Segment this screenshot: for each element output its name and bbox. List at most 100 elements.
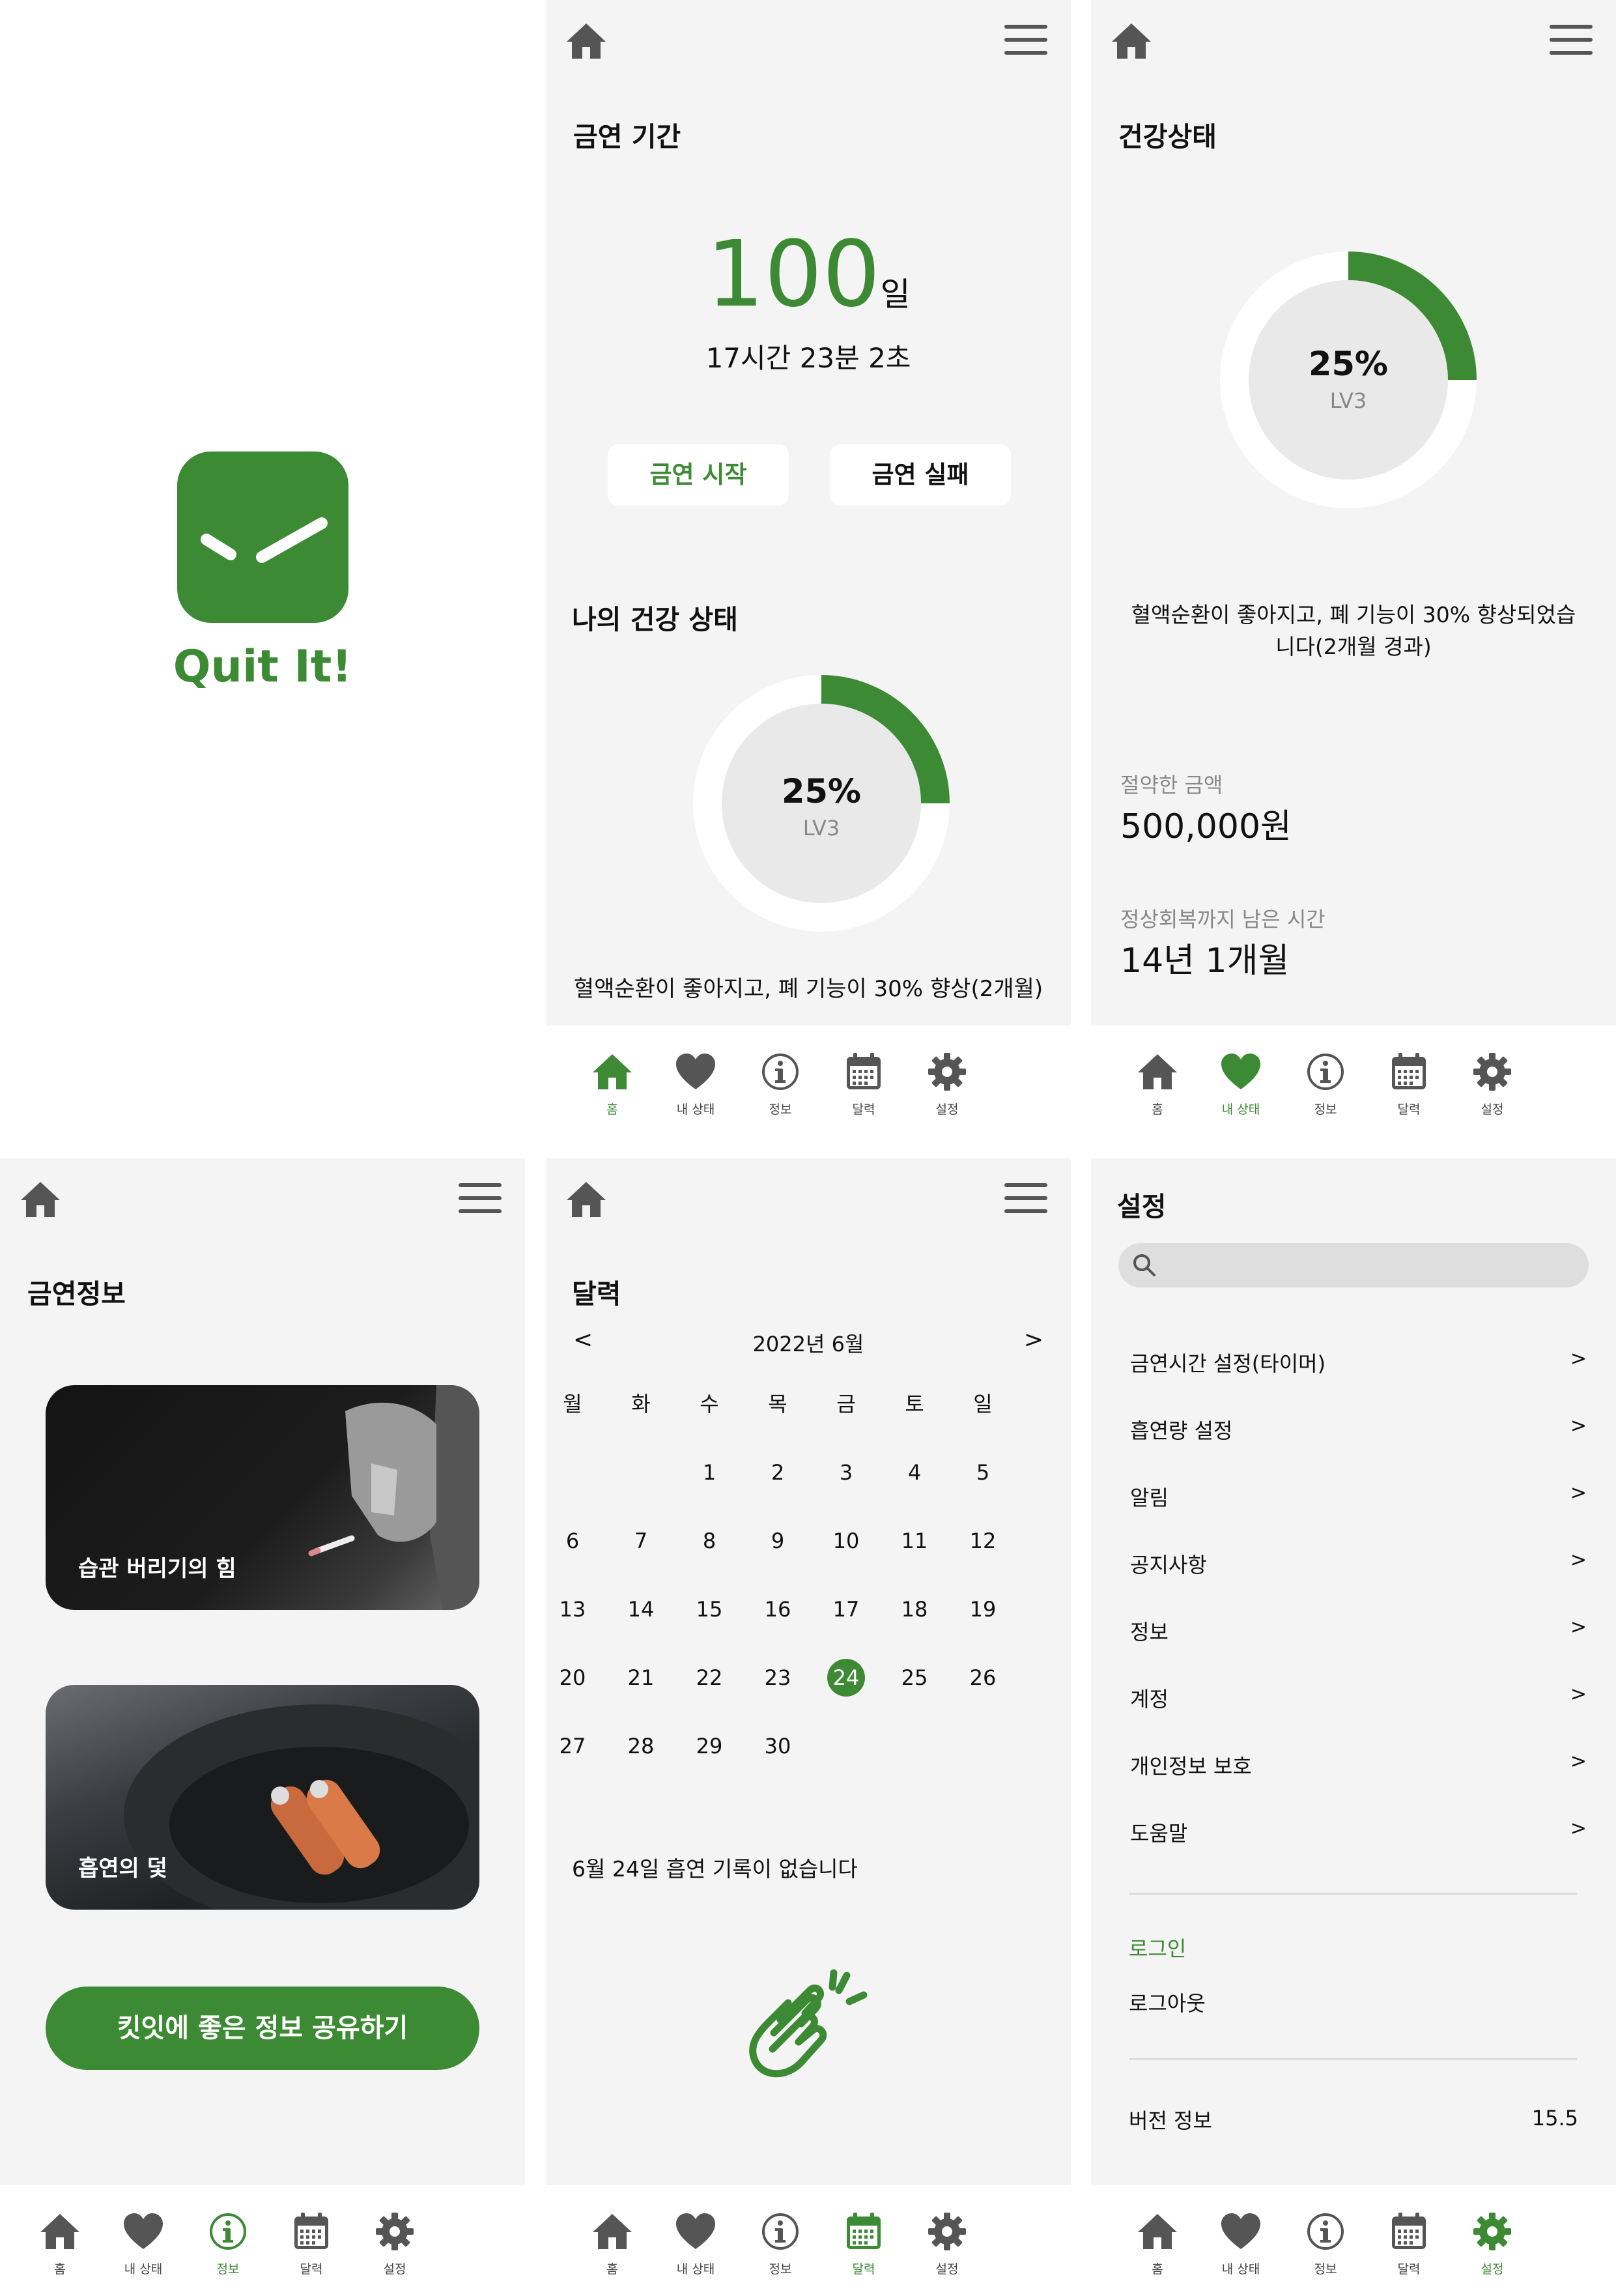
calendar-day[interactable]: 9 xyxy=(755,1521,801,1560)
tab-calendar[interactable]: 달력 xyxy=(818,2211,909,2289)
settings-item[interactable]: 공지사항 > xyxy=(1130,1549,1587,1588)
info-icon xyxy=(762,1054,799,1090)
tab-home[interactable]: 홈 xyxy=(567,1052,658,1130)
tab-calendar[interactable]: 달력 xyxy=(266,2211,357,2289)
calendar-day[interactable]: 21 xyxy=(618,1658,664,1697)
calendar-day-selected[interactable]: 24 xyxy=(823,1658,869,1697)
health-message: 혈액순환이 좋아지고, 폐 기능이 30% 향상(2개월) xyxy=(573,976,1043,1002)
tab-gear[interactable]: 설정 xyxy=(901,1052,993,1130)
calendar-day[interactable]: 12 xyxy=(960,1521,1006,1560)
share-info-button[interactable]: 킷잇에 좋은 정보 공유하기 xyxy=(46,1987,479,2070)
calendar-day[interactable]: 2 xyxy=(755,1453,801,1492)
elapsed-time: 17시간 23분 2초 xyxy=(705,342,911,374)
start-quit-button[interactable]: 금연 시작 xyxy=(608,444,789,506)
settings-item[interactable]: 흡연량 설정 > xyxy=(1130,1414,1587,1454)
logout-link[interactable]: 로그아웃 xyxy=(1129,1987,1206,2017)
calendar-day[interactable]: 1 xyxy=(687,1453,732,1492)
calendar-day[interactable]: 6 xyxy=(550,1521,595,1560)
calendar-day[interactable]: 22 xyxy=(687,1658,732,1697)
calendar-day[interactable]: 25 xyxy=(892,1658,937,1697)
calendar-day[interactable]: 8 xyxy=(687,1521,732,1560)
calendar-day[interactable]: 30 xyxy=(755,1727,801,1766)
home-screen: 금연 기간 100일 17시간 23분 2초 금연 시작 금연 실패 나의 건강… xyxy=(546,0,1071,1026)
weekday-header: 일 xyxy=(973,1392,993,1416)
info-card-trap[interactable]: 흡연의 덫 xyxy=(46,1685,479,1910)
calendar-day[interactable]: 26 xyxy=(960,1658,1006,1697)
calendar-day[interactable]: 3 xyxy=(823,1453,869,1492)
settings-item[interactable]: 도움말 > xyxy=(1130,1817,1587,1856)
day-number: 20 xyxy=(559,1665,586,1690)
heart-icon xyxy=(1221,1054,1260,1089)
tab-heart[interactable]: 내 상태 xyxy=(98,2211,189,2289)
home-icon[interactable] xyxy=(20,1179,61,1218)
settings-item[interactable]: 개인정보 보호 > xyxy=(1130,1750,1587,1789)
tab-heart[interactable]: 내 상태 xyxy=(650,1052,741,1130)
home-icon[interactable] xyxy=(1111,21,1152,60)
tab-gear[interactable]: 설정 xyxy=(901,2211,993,2289)
tab-home[interactable]: 홈 xyxy=(1112,1052,1203,1130)
settings-item[interactable]: 정보 > xyxy=(1130,1616,1587,1655)
calendar-day[interactable]: 10 xyxy=(823,1521,869,1560)
hamburger-menu-icon[interactable] xyxy=(1550,25,1593,55)
calendar-day[interactable]: 11 xyxy=(892,1521,937,1560)
tab-label: 홈 xyxy=(1152,1102,1163,1117)
day-number: 18 xyxy=(901,1597,928,1622)
calendar-day[interactable]: 17 xyxy=(823,1590,869,1629)
tab-home[interactable]: 홈 xyxy=(1112,2211,1203,2289)
info-card-habit[interactable]: 습관 버리기의 힘 xyxy=(46,1385,479,1610)
settings-item[interactable]: 금연시간 설정(타이머) > xyxy=(1130,1347,1587,1386)
hamburger-menu-icon[interactable] xyxy=(459,1183,502,1213)
login-link[interactable]: 로그인 xyxy=(1129,1932,1186,1962)
hamburger-menu-icon[interactable] xyxy=(1004,25,1047,55)
calendar-day[interactable]: 18 xyxy=(892,1590,937,1629)
tab-info[interactable]: 정보 xyxy=(1280,2211,1371,2289)
tab-gear[interactable]: 설정 xyxy=(349,2211,440,2289)
tab-heart[interactable]: 내 상태 xyxy=(1195,1052,1286,1130)
calendar-day[interactable]: 20 xyxy=(550,1658,595,1697)
settings-item[interactable]: 계정 > xyxy=(1130,1683,1587,1722)
settings-item-label: 흡연량 설정 xyxy=(1130,1418,1233,1443)
tab-calendar[interactable]: 달력 xyxy=(818,1052,909,1130)
fail-quit-button[interactable]: 금연 실패 xyxy=(830,444,1011,506)
tab-heart[interactable]: 내 상태 xyxy=(650,2211,741,2289)
calendar-icon xyxy=(1392,1053,1426,1089)
calendar-icon xyxy=(847,2213,881,2249)
calendar-day[interactable]: 7 xyxy=(618,1521,664,1560)
calendar-day[interactable]: 19 xyxy=(960,1590,1006,1629)
tab-calendar[interactable]: 달력 xyxy=(1363,1052,1454,1130)
day-number: 13 xyxy=(559,1597,586,1622)
calendar-day[interactable]: 13 xyxy=(550,1590,595,1629)
tab-info[interactable]: 정보 xyxy=(1280,1052,1371,1130)
tab-gear[interactable]: 설정 xyxy=(1447,1052,1538,1130)
tab-heart[interactable]: 내 상태 xyxy=(1195,2211,1286,2289)
calendar-day[interactable]: 5 xyxy=(960,1453,1006,1492)
quit-days-counter: 100일 xyxy=(546,222,1071,328)
tab-gear[interactable]: 설정 xyxy=(1447,2211,1538,2289)
chevron-right-icon: > xyxy=(1570,1549,1587,1571)
tab-info[interactable]: 정보 xyxy=(735,1052,826,1130)
calendar-day[interactable]: 28 xyxy=(618,1727,664,1766)
search-bar[interactable] xyxy=(1118,1243,1589,1287)
search-input[interactable] xyxy=(1164,1243,1574,1287)
tab-home[interactable]: 홈 xyxy=(567,2211,658,2289)
settings-item-label: 개인정보 보호 xyxy=(1130,1754,1252,1779)
calendar-icon xyxy=(294,2213,328,2249)
calendar-day[interactable]: 4 xyxy=(892,1453,937,1492)
tab-info[interactable]: 정보 xyxy=(735,2211,826,2289)
tab-calendar[interactable]: 달력 xyxy=(1363,2211,1454,2289)
home-icon[interactable] xyxy=(565,21,607,60)
calendar-day[interactable]: 23 xyxy=(755,1658,801,1697)
calendar-day[interactable]: 27 xyxy=(550,1727,595,1766)
calendar-day[interactable]: 16 xyxy=(755,1590,801,1629)
tab-home[interactable]: 홈 xyxy=(14,2211,106,2289)
calendar-day[interactable]: 15 xyxy=(687,1590,732,1629)
day-number: 25 xyxy=(901,1665,928,1690)
settings-item-label: 계정 xyxy=(1130,1687,1169,1712)
heart-icon xyxy=(676,1054,715,1089)
tab-bar-info-screen: 홈 내 상태 정보 달력 설정 xyxy=(0,2185,525,2296)
calendar-day[interactable]: 29 xyxy=(687,1727,732,1766)
tab-info[interactable]: 정보 xyxy=(182,2211,274,2289)
calendar-day[interactable]: 14 xyxy=(618,1590,664,1629)
settings-item[interactable]: 알림 > xyxy=(1130,1482,1587,1521)
info-icon xyxy=(210,2213,246,2250)
